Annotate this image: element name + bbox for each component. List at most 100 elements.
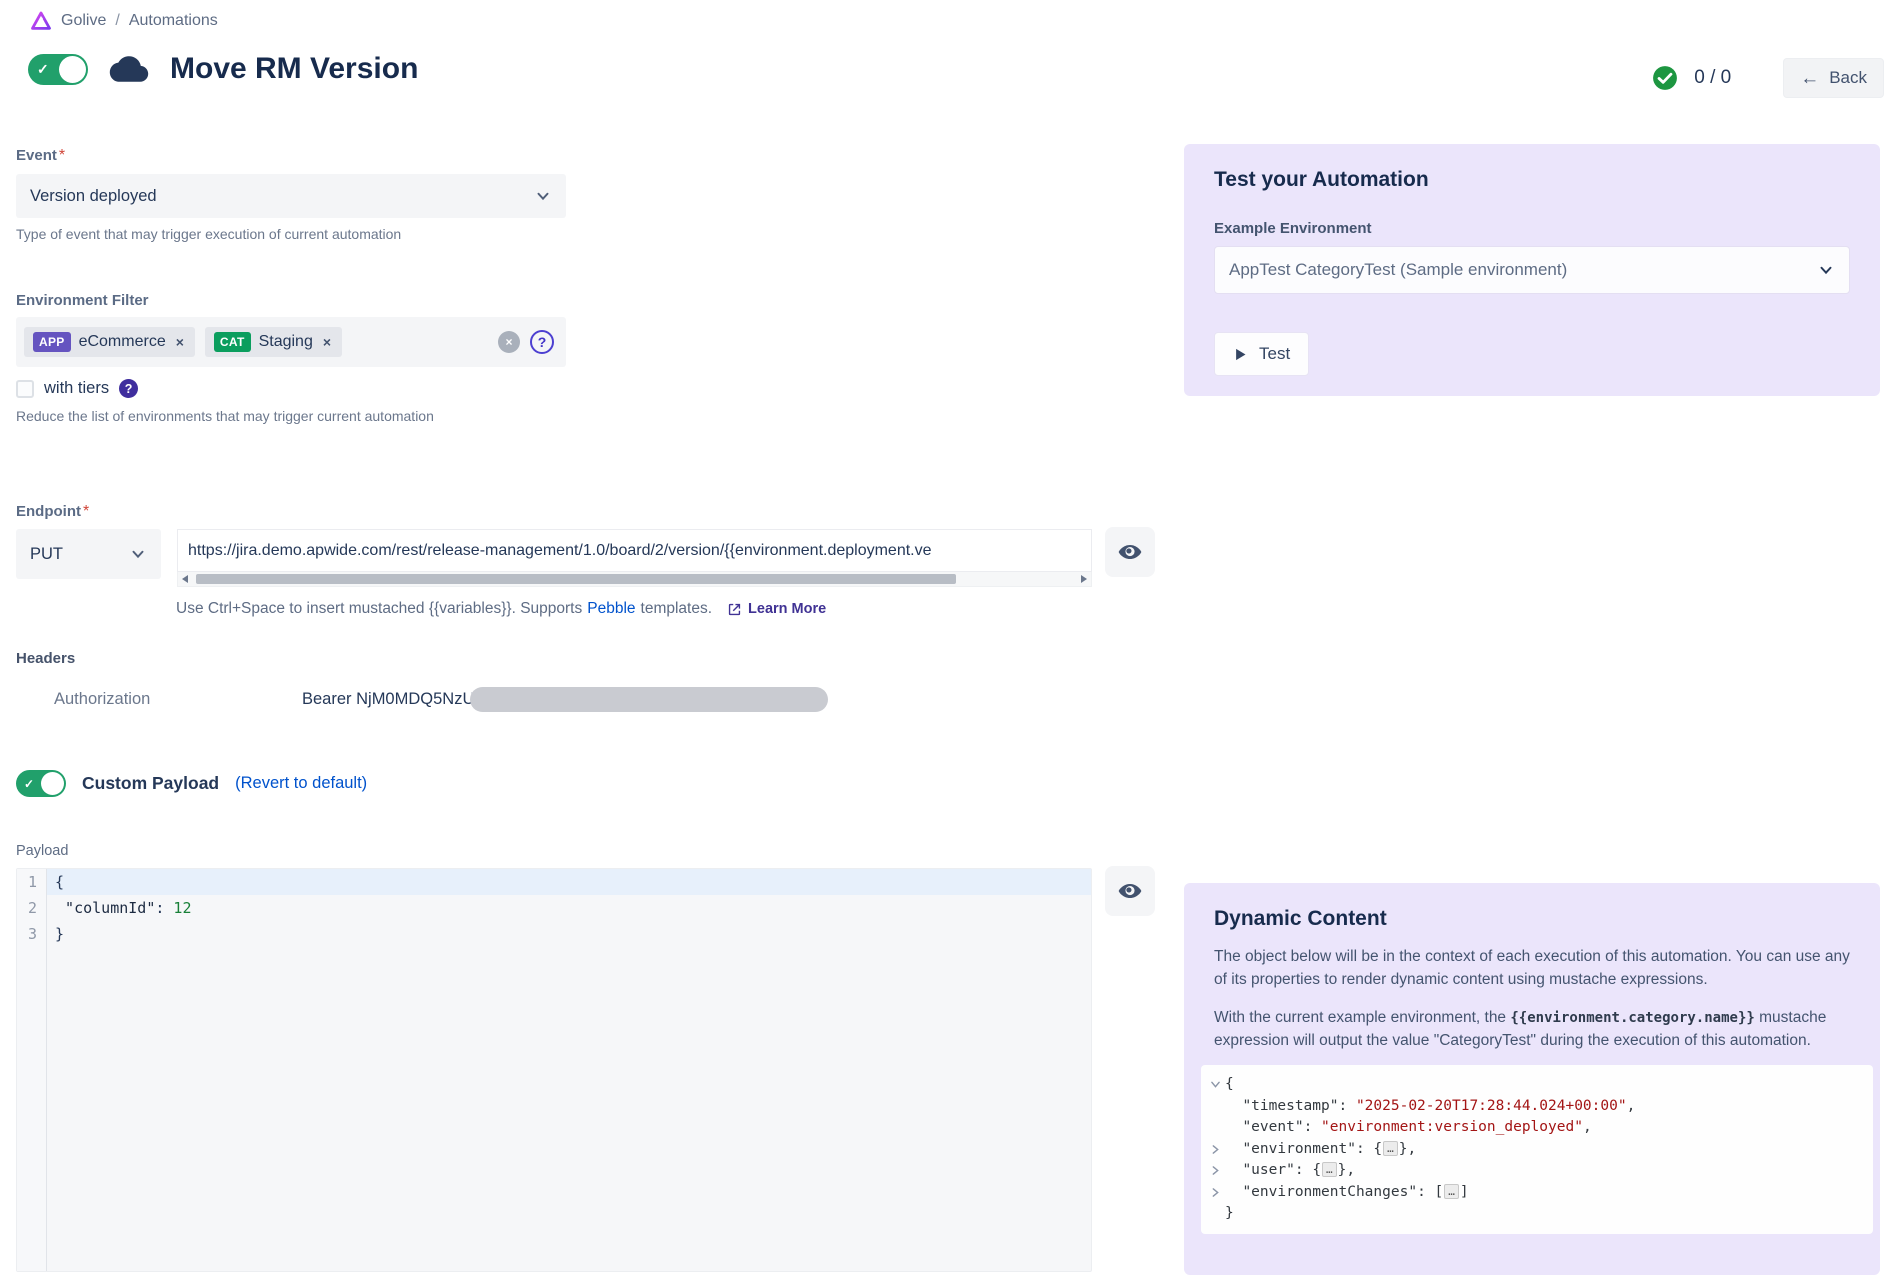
cloud-icon xyxy=(108,53,150,85)
event-label: Event xyxy=(16,147,57,164)
title-row: ✓ Move RM Version xyxy=(28,52,418,86)
scroll-right-icon[interactable] xyxy=(1081,575,1087,583)
json-key: "columnId" xyxy=(65,899,155,917)
code-line: } xyxy=(47,921,1091,947)
redacted-token xyxy=(470,687,828,712)
context-json-viewer[interactable]: { "timestamp": "2025-02-20T17:28:44.024+… xyxy=(1201,1065,1873,1234)
automation-detail-page: Golive / Automations ✓ Move RM Version 0… xyxy=(0,0,1892,1275)
payload-editor[interactable]: 1 { 2 "columnId": 12 3 } xyxy=(16,868,1092,1272)
json-key: "environment" xyxy=(1242,1141,1356,1157)
eye-icon xyxy=(1117,539,1143,565)
filter-tag-app: APP eCommerce × xyxy=(24,327,195,357)
learn-more-label: Learn More xyxy=(748,601,826,617)
code-line: { xyxy=(47,869,1091,895)
back-button-label: Back xyxy=(1829,68,1867,88)
json-punct: , xyxy=(1583,1119,1592,1135)
clear-filter-icon[interactable]: × xyxy=(498,331,520,353)
json-line: "timestamp": "2025-02-20T17:28:44.024+00… xyxy=(1225,1096,1635,1118)
automation-enabled-toggle[interactable]: ✓ xyxy=(28,54,88,85)
toggle-knob xyxy=(59,56,86,83)
editor-line: 3 } xyxy=(17,921,1091,947)
example-environment-select[interactable]: AppTest CategoryTest (Sample environment… xyxy=(1214,246,1850,294)
editor-line: 2 "columnId": 12 xyxy=(17,895,1091,921)
test-button[interactable]: Test xyxy=(1214,332,1309,376)
play-icon xyxy=(1233,347,1248,362)
with-tiers-checkbox[interactable] xyxy=(16,380,34,398)
hint-text: Use Ctrl+Space to insert mustached {{var… xyxy=(176,600,582,618)
breadcrumb: Golive / Automations xyxy=(30,10,218,32)
custom-payload-row: ✓ Custom Payload (Revert to default) xyxy=(16,770,367,797)
expand-arrow-icon[interactable] xyxy=(1205,1164,1225,1177)
learn-more-link[interactable]: Learn More xyxy=(727,601,826,617)
back-button[interactable]: ← Back xyxy=(1783,58,1884,98)
dynamic-content-title: Dynamic Content xyxy=(1214,907,1850,931)
json-punct: ] xyxy=(1460,1184,1469,1200)
scroll-left-icon[interactable] xyxy=(182,575,188,583)
filter-tag-label: Staging xyxy=(259,333,313,351)
expand-ellipsis-button[interactable]: … xyxy=(1383,1141,1398,1156)
http-method-value: PUT xyxy=(30,545,63,564)
payload-section: Payload 1 { 2 "columnId": 12 3 } xyxy=(16,843,1092,1272)
json-punct: : xyxy=(1338,1098,1355,1114)
endpoint-label: Endpoint xyxy=(16,503,81,520)
filter-help-icon[interactable]: ? xyxy=(530,330,554,354)
event-section: Event* Version deployed Type of event th… xyxy=(16,147,566,242)
environment-filter-field[interactable]: APP eCommerce × CAT Staging × × ? xyxy=(16,317,566,367)
preview-payload-button[interactable] xyxy=(1105,866,1155,916)
remove-tag-icon[interactable]: × xyxy=(321,334,333,350)
eye-icon xyxy=(1117,878,1143,904)
json-string-value: "environment:version_deployed" xyxy=(1321,1119,1583,1135)
required-asterisk: * xyxy=(83,503,89,520)
expand-ellipsis-button[interactable]: … xyxy=(1322,1162,1337,1177)
page-title: Move RM Version xyxy=(170,52,418,86)
json-punct: { xyxy=(1373,1141,1382,1157)
endpoint-url-input[interactable]: https://jira.demo.apwide.com/rest/releas… xyxy=(177,529,1092,572)
dynamic-content-paragraph-2: With the current example environment, th… xyxy=(1214,1006,1862,1053)
json-separator: : xyxy=(155,899,173,917)
line-number: 2 xyxy=(17,895,47,921)
breadcrumb-app[interactable]: Golive xyxy=(61,12,106,30)
url-horizontal-scrollbar[interactable] xyxy=(177,572,1092,587)
line-number: 1 xyxy=(17,869,47,895)
json-row: "environmentChanges": […] xyxy=(1205,1182,1863,1204)
event-select[interactable]: Version deployed xyxy=(16,174,566,218)
execution-counter: 0 / 0 xyxy=(1694,67,1731,89)
endpoint-hint: Use Ctrl+Space to insert mustached {{var… xyxy=(176,600,1156,618)
headers-section: Headers Authorization Bearer NjM0MDQ5NzU xyxy=(16,650,828,712)
breadcrumb-page[interactable]: Automations xyxy=(129,12,218,30)
collapse-arrow-icon[interactable] xyxy=(1205,1078,1225,1091)
paragraph-text: With the current example environment, th… xyxy=(1214,1009,1510,1026)
json-punct: , xyxy=(1627,1098,1636,1114)
editor-line: 1 { xyxy=(17,869,1091,895)
payload-label: Payload xyxy=(16,843,1092,859)
http-method-select[interactable]: PUT xyxy=(16,529,161,579)
expand-arrow-icon[interactable] xyxy=(1205,1143,1225,1156)
remove-tag-icon[interactable]: × xyxy=(174,334,186,350)
json-punct: , xyxy=(1408,1141,1417,1157)
json-line: "event": "environment:version_deployed", xyxy=(1225,1117,1592,1139)
json-line: "user": {…}, xyxy=(1225,1160,1355,1182)
json-punct: : xyxy=(1304,1119,1321,1135)
test-button-label: Test xyxy=(1259,344,1290,364)
external-link-icon xyxy=(727,602,742,617)
preview-endpoint-button[interactable] xyxy=(1105,527,1155,577)
with-tiers-row: with tiers ? xyxy=(16,379,566,398)
app-badge: APP xyxy=(33,332,71,352)
test-automation-panel: Test your Automation Example Environment… xyxy=(1184,144,1880,396)
chevron-down-icon xyxy=(129,545,147,563)
filter-tag-label: eCommerce xyxy=(79,333,166,351)
scrollbar-thumb[interactable] xyxy=(196,574,956,584)
endpoint-url-value: https://jira.demo.apwide.com/rest/releas… xyxy=(188,542,932,560)
expand-ellipsis-button[interactable]: … xyxy=(1444,1184,1459,1199)
with-tiers-help-icon[interactable]: ? xyxy=(119,379,138,398)
custom-payload-toggle[interactable]: ✓ xyxy=(16,770,66,797)
pebble-link[interactable]: Pebble xyxy=(587,600,635,618)
expand-arrow-icon[interactable] xyxy=(1205,1186,1225,1199)
json-punct: : xyxy=(1417,1184,1434,1200)
dynamic-content-panel: Dynamic Content The object below will be… xyxy=(1184,883,1880,1275)
hint-text: templates. xyxy=(641,600,713,618)
json-string-value: "2025-02-20T17:28:44.024+00:00" xyxy=(1356,1098,1627,1114)
header-actions: 0 / 0 ← Back xyxy=(1652,58,1884,98)
environment-filter-label: Environment Filter xyxy=(16,292,566,309)
revert-to-default-link[interactable]: (Revert to default) xyxy=(235,774,367,793)
